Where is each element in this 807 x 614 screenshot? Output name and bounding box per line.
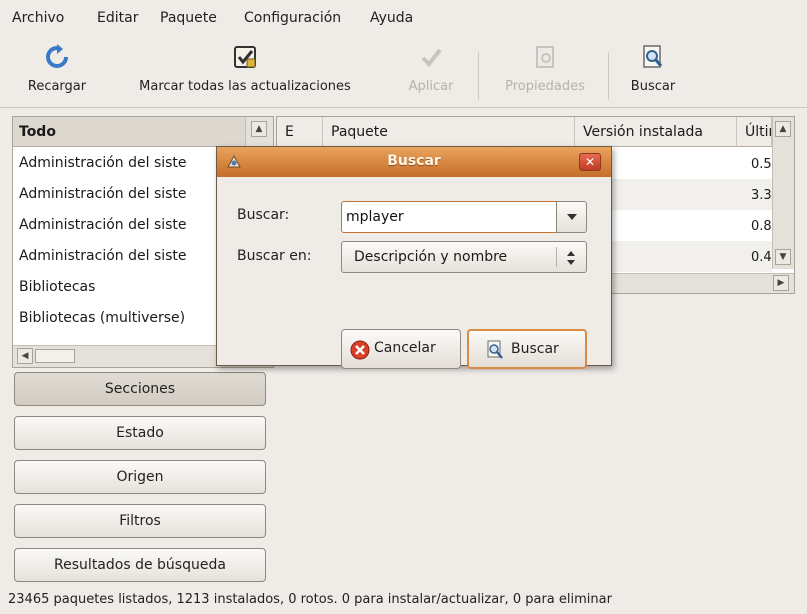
reload-button[interactable]: Recargar — [10, 44, 104, 104]
menu-archivo[interactable]: Archivo — [12, 10, 64, 26]
scroll-right-icon[interactable]: ▶ — [773, 275, 789, 291]
section-list-item[interactable]: Administración del siste — [13, 241, 245, 272]
dialog-title: Buscar — [387, 153, 441, 169]
search-dialog: Buscar ✕ Buscar: Buscar en: Descripción … — [216, 146, 612, 369]
cancel-icon — [350, 340, 370, 360]
search-icon — [487, 340, 503, 359]
menubar: Archivo Editar Paquete Configuración Ayu… — [0, 0, 807, 36]
package-list-vertical-scrollbar[interactable]: ▲ ▼ — [772, 117, 794, 269]
search-in-value: Descripción y nombre — [354, 249, 508, 265]
checkmark-icon — [421, 48, 442, 68]
apply-label: Aplicar — [408, 79, 454, 94]
menu-configuracion[interactable]: Configuración — [244, 10, 341, 26]
updown-arrows-icon — [567, 251, 575, 265]
menu-ayuda[interactable]: Ayuda — [370, 10, 413, 26]
menu-editar[interactable]: Editar — [97, 10, 138, 26]
filter-origen-button[interactable]: Origen — [14, 460, 266, 494]
scroll-up-icon[interactable]: ▲ — [251, 121, 267, 137]
column-header-latest-version[interactable]: Últir — [737, 117, 772, 147]
section-list-header[interactable]: Todo — [13, 117, 245, 147]
reload-icon — [46, 44, 68, 68]
dialog-titlebar[interactable]: Buscar ✕ — [217, 147, 611, 177]
column-header-package[interactable]: Paquete — [323, 117, 575, 147]
properties-label: Propiedades — [505, 79, 585, 94]
section-list-item[interactable]: Administración del siste — [13, 148, 245, 179]
cancel-button[interactable]: Cancelar — [341, 329, 461, 369]
search-in-label: Buscar en: — [237, 248, 312, 264]
search-icon — [643, 45, 663, 68]
properties-icon — [536, 46, 554, 68]
apply-button[interactable]: Aplicar — [398, 44, 464, 104]
search-button-label: Buscar — [511, 341, 559, 357]
filter-secciones-button[interactable]: Secciones — [14, 372, 266, 406]
search-toolbar-label: Buscar — [630, 79, 676, 94]
section-list-item[interactable]: Administración del siste — [13, 179, 245, 210]
status-bar: 23465 paquetes listados, 1213 instalados… — [8, 592, 612, 607]
mark-all-upgrades-label: Marcar todas las actualizaciones — [139, 79, 351, 94]
filter-estado-button[interactable]: Estado — [14, 416, 266, 450]
search-toolbar-button[interactable]: Buscar — [622, 44, 684, 104]
filter-filtros-button[interactable]: Filtros — [14, 504, 266, 538]
column-header-status[interactable]: E — [277, 117, 323, 147]
toolbar-separator — [608, 52, 609, 100]
search-combobox[interactable] — [341, 201, 587, 233]
search-in-select[interactable]: Descripción y nombre — [341, 241, 587, 273]
properties-button[interactable]: Propiedades — [490, 44, 600, 104]
column-header-installed-version[interactable]: Versión instalada — [575, 117, 737, 147]
toolbar-separator — [478, 52, 479, 100]
mark-all-upgrades-icon — [234, 46, 256, 68]
filter-search-results-button[interactable]: Resultados de búsqueda — [14, 548, 266, 582]
search-button[interactable]: Buscar — [467, 329, 587, 369]
scroll-left-icon[interactable]: ◀ — [17, 348, 33, 364]
search-field-label: Buscar: — [237, 207, 290, 223]
mark-all-upgrades-button[interactable]: Marcar todas las actualizaciones — [112, 44, 378, 104]
toolbar: Recargar Marcar todas las actualizacione… — [0, 36, 807, 108]
menu-paquete[interactable]: Paquete — [160, 10, 217, 26]
scroll-up-icon[interactable]: ▲ — [775, 121, 791, 137]
reload-label: Recargar — [27, 79, 87, 94]
section-list-item[interactable]: Administración del siste — [13, 210, 245, 241]
scroll-thumb[interactable] — [35, 349, 75, 363]
select-separator — [556, 247, 557, 267]
search-history-dropdown-button[interactable] — [556, 201, 587, 233]
dialog-body: Buscar: Buscar en: Descripción y nombre — [217, 177, 611, 369]
cancel-label: Cancelar — [374, 340, 436, 356]
close-icon[interactable]: ✕ — [579, 153, 601, 171]
section-list-item[interactable]: Bibliotecas (multiverse) — [13, 303, 245, 334]
chevron-down-icon — [567, 214, 577, 220]
search-input[interactable] — [341, 201, 557, 233]
section-list-item[interactable]: Bibliotecas — [13, 272, 245, 303]
scroll-down-icon[interactable]: ▼ — [775, 249, 791, 265]
